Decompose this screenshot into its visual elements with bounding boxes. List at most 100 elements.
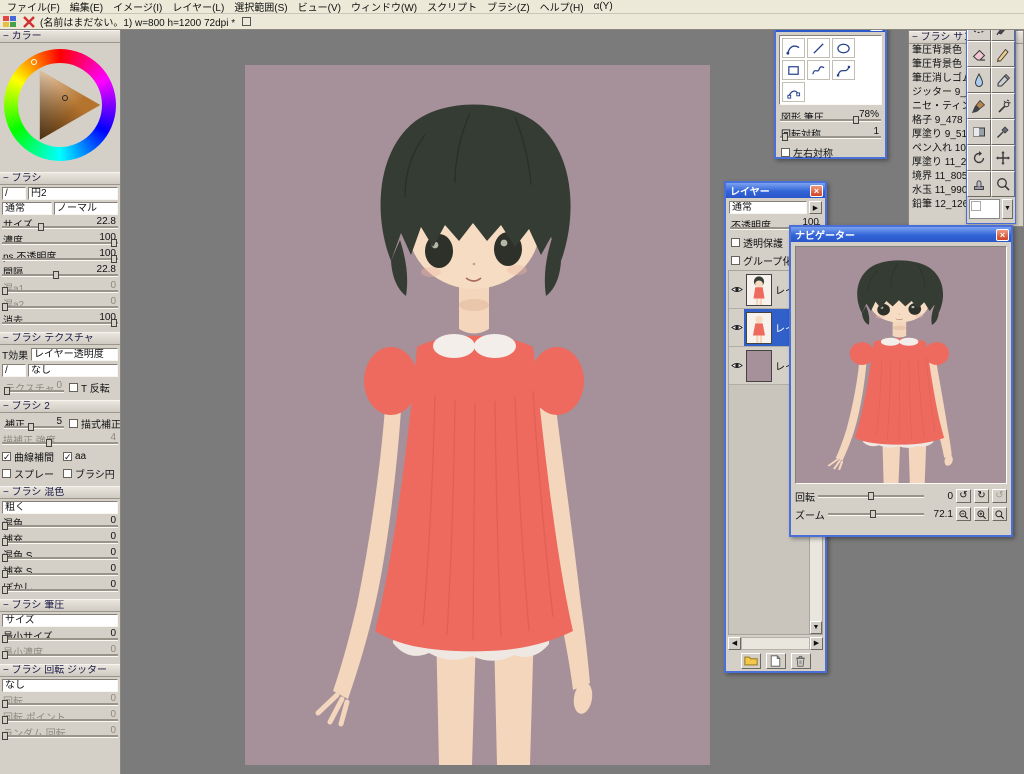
tool-gradient[interactable] [967, 119, 991, 145]
tool-move[interactable] [991, 145, 1015, 171]
slider-handle[interactable] [2, 287, 8, 295]
slider[interactable]: ぼかし0 [2, 578, 118, 594]
slider-handle[interactable] [2, 716, 8, 724]
swatch-mini[interactable] [971, 201, 981, 211]
slider[interactable]: 描補正 強度4 [2, 431, 118, 447]
hscroll-track[interactable] [741, 637, 810, 650]
slider[interactable]: 補充0 [2, 530, 118, 546]
scroll-down-button[interactable]: ▼ [810, 621, 822, 634]
brush-option-dropdown[interactable]: なし [28, 364, 118, 377]
slider-handle[interactable] [2, 538, 8, 546]
tool-brush[interactable] [967, 93, 991, 119]
layer-visibility-toggle[interactable] [729, 361, 744, 370]
slider-handle[interactable] [2, 700, 8, 708]
slider[interactable]: テクスチャ0 [4, 379, 64, 395]
scroll-right-button[interactable]: ▶ [810, 637, 823, 650]
slider-track[interactable] [2, 442, 118, 444]
layer-thumbnail[interactable] [746, 273, 772, 306]
menu-item-8[interactable]: ブラシ(Z) [482, 0, 535, 14]
panel-section-header[interactable]: − カラー [0, 30, 120, 43]
slider-handle[interactable] [2, 732, 8, 740]
slider-track[interactable] [2, 322, 118, 324]
checkbox-box[interactable] [731, 256, 740, 265]
slider[interactable]: 混色 S0 [2, 546, 118, 562]
tool-rotate[interactable] [967, 145, 991, 171]
texture-effect-dropdown[interactable]: レイヤー透明度 [31, 348, 118, 361]
menu-item-3[interactable]: レイヤー(L) [167, 0, 229, 14]
option-checkbox[interactable]: T 反転 [69, 380, 110, 395]
nav-slider-track[interactable] [827, 510, 924, 518]
slider-track[interactable] [2, 557, 118, 559]
layers-titlebar[interactable]: レイヤー × [726, 183, 825, 198]
shape-tool-freehand[interactable] [807, 60, 830, 80]
color-grid-icon[interactable] [2, 15, 18, 29]
new-folder-button[interactable] [740, 652, 761, 669]
nav-slider-handle[interactable] [868, 492, 874, 500]
slider[interactable]: 消去100 [2, 311, 118, 327]
slider-track[interactable] [2, 274, 118, 276]
brush-option-dropdown[interactable]: / [2, 364, 26, 377]
menu-item-6[interactable]: ウィンドウ(W) [346, 0, 422, 14]
navigator-preview[interactable] [795, 246, 1007, 484]
checkbox-box[interactable] [731, 238, 740, 247]
rotate-reset-button[interactable]: ↺ [992, 489, 1007, 503]
panel-section-header[interactable]: − ブラシ 回転 ジッター [0, 664, 120, 677]
nav-slider-handle[interactable] [869, 510, 876, 518]
slider-track[interactable] [2, 654, 118, 656]
navigator-titlebar[interactable]: ナビゲーター × [791, 227, 1011, 242]
shape-tool-line[interactable] [807, 38, 830, 58]
brush-option-dropdown[interactable]: 円2 [28, 187, 118, 200]
slider-track[interactable] [4, 426, 64, 428]
slider-track[interactable] [2, 719, 118, 721]
slider-track[interactable] [2, 638, 118, 640]
tool-eyedropper[interactable] [991, 119, 1015, 145]
mirror-checkbox[interactable]: 左右対称 [781, 145, 885, 160]
slider-handle[interactable] [4, 387, 10, 395]
panel-section-header[interactable]: − ブラシ テクスチャ [0, 332, 120, 345]
brush-option-dropdown[interactable]: 通常 [2, 202, 52, 215]
layer-mode-arrow-button[interactable]: ▶ [809, 201, 822, 214]
slider[interactable]: 混a10 [2, 279, 118, 295]
slider-track[interactable] [2, 589, 118, 591]
tool-zoom[interactable] [991, 171, 1015, 197]
menu-item-0[interactable]: ファイル(F) [2, 0, 65, 14]
layer-thumbnail[interactable] [746, 311, 772, 344]
shape-tool-spline[interactable] [832, 60, 855, 80]
slider[interactable]: ps 不透明度100 [2, 247, 118, 263]
slider-handle[interactable] [2, 586, 8, 594]
slider[interactable]: サイズ22.8 [2, 215, 118, 231]
checkbox-box[interactable] [2, 469, 11, 478]
new-layer-button[interactable] [765, 652, 786, 669]
slider[interactable]: 濃度100 [2, 231, 118, 247]
checkbox-box[interactable]: ✓ [63, 452, 72, 462]
slider-track[interactable] [780, 136, 881, 138]
layer-visibility-toggle[interactable] [729, 323, 744, 332]
slider-track[interactable] [2, 525, 118, 527]
layer-list-hscrollbar[interactable]: ◀ ▶ [728, 637, 823, 650]
menu-item-9[interactable]: ヘルプ(H) [535, 0, 589, 14]
menu-item-7[interactable]: スクリプト [422, 0, 482, 14]
slider-handle[interactable] [45, 439, 52, 447]
panel-section-header[interactable]: − ブラシ 混色 [0, 486, 120, 499]
panel-section-header[interactable]: − ブラシ [0, 172, 120, 185]
layer-mode-dropdown[interactable]: 通常 [729, 201, 807, 214]
slider-handle[interactable] [2, 635, 8, 643]
brush-option-dropdown[interactable]: サイズ [2, 614, 118, 627]
slider-track[interactable] [780, 119, 881, 121]
delete-layer-button[interactable] [790, 652, 811, 669]
slider[interactable]: 図形 筆圧78% [780, 108, 881, 124]
slider[interactable]: 回転対称1 [780, 125, 881, 141]
slider[interactable]: 回転0 [2, 692, 118, 708]
slider-handle[interactable] [37, 223, 44, 231]
slider-track[interactable] [4, 390, 64, 392]
checkbox-box[interactable] [69, 382, 78, 392]
option-checkbox[interactable]: ✓ aa [63, 451, 86, 462]
slider-track[interactable] [2, 306, 118, 308]
slider-track[interactable] [2, 573, 118, 575]
menu-item-10[interactable]: α(Y) [589, 1, 618, 12]
slider[interactable]: 最小サイズ0 [2, 627, 118, 643]
layer-thumbnail[interactable] [746, 349, 772, 382]
palette-scroll-down-button[interactable]: ▼ [1002, 199, 1013, 219]
rotate-ccw-button[interactable]: ↺ [956, 489, 971, 503]
brush-option-dropdown[interactable]: ノーマル [54, 202, 118, 215]
